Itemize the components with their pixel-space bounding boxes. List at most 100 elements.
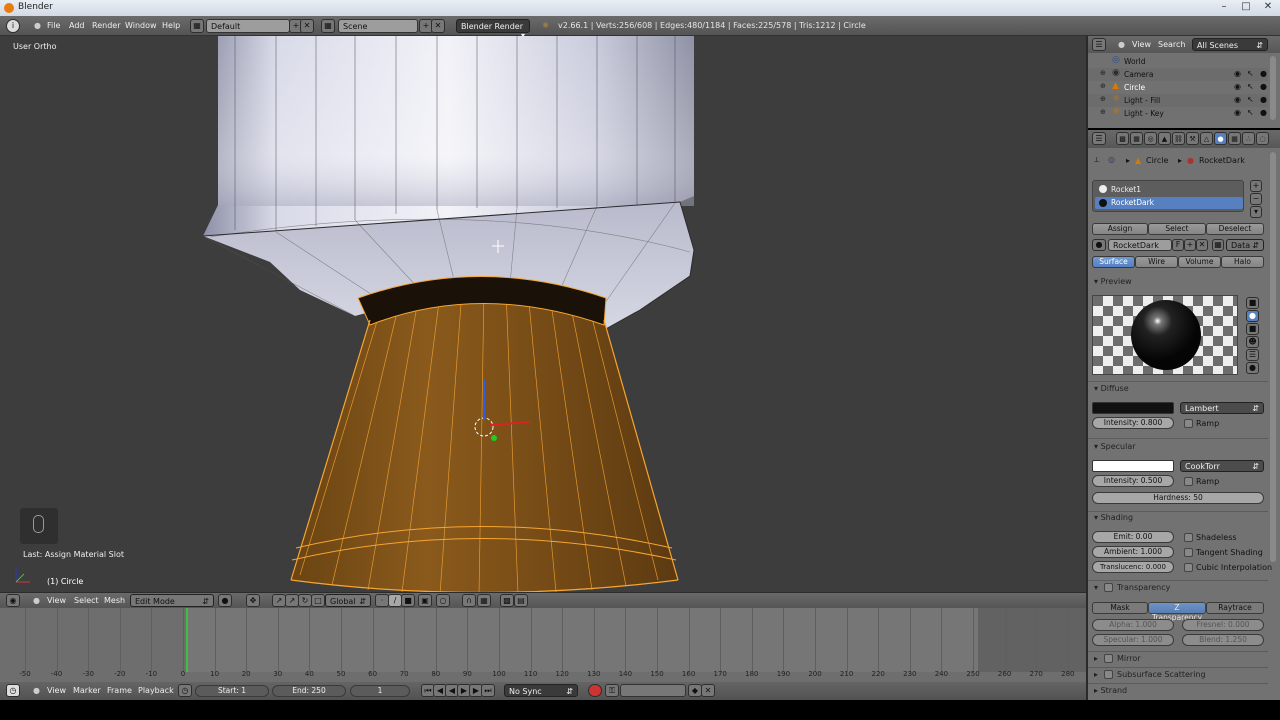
insert-keyframe-icon[interactable]: ◆ (688, 684, 702, 697)
screen-layout-field[interactable]: Default (206, 19, 290, 33)
menu-render[interactable]: Render (92, 21, 120, 30)
orientation-dropdown[interactable]: Global ⇵ (325, 594, 371, 607)
tab-texture-icon[interactable]: ▦ (1228, 132, 1241, 145)
visibility-eye-icon[interactable]: ◉ (1234, 82, 1241, 91)
collapse-menu-icon[interactable]: ● (34, 21, 41, 30)
node-icon[interactable]: ▦ (1212, 239, 1224, 251)
tab-scene-icon[interactable]: ▦ (1130, 132, 1143, 145)
outliner-item-light-fill[interactable]: ⊕ ☼ Light - Fill ◉ ↖ ● (1088, 94, 1268, 107)
collapse-menu-icon[interactable]: ● (33, 686, 40, 695)
transparency-mask-button[interactable]: Mask (1092, 602, 1148, 614)
tab-physics-icon[interactable]: ◌ (1256, 132, 1269, 145)
shading-solid-icon[interactable]: ● (218, 594, 232, 607)
diffuse-color-swatch[interactable] (1092, 402, 1174, 414)
snap-magnet-icon[interactable]: ∩ (462, 594, 476, 607)
specular-color-swatch[interactable] (1092, 460, 1174, 472)
outliner-item-circle[interactable]: ⊕ ▲ Circle ◉ ↖ ● (1088, 81, 1268, 94)
remove-scene-icon[interactable]: ✕ (431, 19, 445, 33)
preview-panel-header[interactable]: ▾ Preview (1094, 277, 1132, 286)
3d-viewport[interactable]: User Ortho Last: Assign Material Slot (1… (0, 36, 1086, 592)
render-camera-icon[interactable]: ● (1260, 108, 1267, 117)
emit-slider[interactable]: Emit: 0.00 (1092, 531, 1174, 543)
keying-set-icon[interactable]: ⚿ (605, 684, 619, 697)
limit-visible-icon[interactable]: ▣ (418, 594, 432, 607)
diffuse-panel-header[interactable]: ▾ Diffuse (1094, 384, 1129, 393)
unlink-material-icon[interactable]: ✕ (1196, 239, 1208, 251)
remove-slot-icon[interactable]: − (1250, 193, 1262, 205)
preview-hair-icon[interactable]: ☰ (1246, 349, 1259, 361)
editor-type-properties-icon[interactable]: ☰ (1092, 132, 1106, 145)
manipulator-toggle-icon[interactable]: ↗ (272, 594, 286, 607)
select-button[interactable]: Select (1148, 223, 1206, 235)
mirror-panel-header[interactable]: ▸ (1094, 654, 1098, 663)
shading-panel-header[interactable]: ▾ Shading (1094, 513, 1133, 522)
render-preview-icon[interactable]: ▩ (500, 594, 514, 607)
jump-end-icon[interactable]: ⏭ (481, 684, 495, 697)
vertex-select-icon[interactable]: · (375, 594, 389, 607)
specular-hardness-slider[interactable]: Hardness: 50 (1092, 492, 1264, 504)
render-engine-dropdown[interactable]: Blender Render ▾ (456, 19, 530, 40)
outliner-item-camera[interactable]: ⊕ ◉ Camera ◉ ↖ ● (1088, 68, 1268, 81)
material-slot-row[interactable]: Rocket1 (1095, 184, 1243, 196)
menu-add[interactable]: Add (69, 21, 85, 30)
transparency-checkbox[interactable] (1104, 583, 1113, 592)
record-icon[interactable] (588, 684, 602, 697)
close-button[interactable]: ✕ (1258, 1, 1278, 14)
remove-layout-icon[interactable]: ✕ (300, 19, 314, 33)
editor-type-icon[interactable]: i (6, 19, 20, 33)
tab-object-icon[interactable]: ▲ (1158, 132, 1171, 145)
transparency-raytrace-button[interactable]: Raytrace (1206, 602, 1264, 614)
material-slot-list[interactable]: Rocket1 RocketDark (1092, 180, 1244, 212)
outliner-scene-filter[interactable]: All Scenes ⇵ (1192, 38, 1268, 51)
collapse-menu-icon[interactable]: ● (1118, 40, 1125, 49)
transparency-specular-slider[interactable]: Specular: 1.000 (1092, 634, 1174, 646)
editor-type-timeline-icon[interactable]: ◷ (6, 684, 20, 697)
menu-select[interactable]: Select (74, 596, 99, 605)
select-arrow-icon[interactable]: ↖ (1247, 108, 1254, 117)
editor-type-3d-icon[interactable]: ◉ (6, 594, 20, 607)
translucency-slider[interactable]: Translucenc: 0.000 (1092, 561, 1174, 573)
menu-window[interactable]: Window (125, 21, 157, 30)
preview-sky-icon[interactable]: ● (1246, 362, 1259, 374)
cubic-interpolation-checkbox[interactable] (1184, 563, 1193, 572)
menu-file[interactable]: File (47, 21, 60, 30)
screen-layout-icon[interactable]: ▦ (190, 19, 204, 33)
diffuse-shader-dropdown[interactable]: Lambert ⇵ (1180, 402, 1264, 414)
outliner-item-light-key[interactable]: ⊕ ☼ Light - Key ◉ ↖ ● (1088, 107, 1268, 120)
shadeless-checkbox[interactable] (1184, 533, 1193, 542)
outliner[interactable]: ☰ ● View Search All Scenes ⇵ ◎ World ⊕ ◉ Came… (1088, 36, 1280, 128)
specular-ramp-checkbox[interactable] (1184, 477, 1193, 486)
editor-type-outliner-icon[interactable]: ☰ (1092, 38, 1106, 51)
render-camera-icon[interactable]: ● (1260, 95, 1267, 104)
deselect-button[interactable]: Deselect (1206, 223, 1264, 235)
mode-dropdown[interactable]: Edit Mode ⇵ (130, 594, 214, 607)
diffuse-ramp-checkbox[interactable] (1184, 419, 1193, 428)
transparency-panel-header[interactable]: ▾ (1094, 583, 1098, 592)
menu-help[interactable]: Help (162, 21, 180, 30)
scale-icon[interactable]: □ (311, 594, 325, 607)
blend-slider[interactable]: Blend: 1.250 (1182, 634, 1264, 646)
expand-icon[interactable]: ⊕ (1100, 108, 1106, 116)
expand-icon[interactable]: ⊕ (1100, 69, 1106, 77)
proportional-edit-icon[interactable]: ○ (436, 594, 450, 607)
tab-surface[interactable]: Surface (1092, 256, 1135, 268)
expand-icon[interactable]: ⊕ (1100, 82, 1106, 90)
pivot-icon[interactable]: ✥ (246, 594, 260, 607)
tab-material-icon[interactable]: ● (1214, 132, 1227, 145)
preview-cube-icon[interactable]: ■ (1246, 323, 1259, 335)
diffuse-intensity-slider[interactable]: Intensity: 0.800 (1092, 417, 1174, 429)
tab-halo[interactable]: Halo (1221, 256, 1264, 268)
material-slot-row-selected[interactable]: RocketDark (1095, 197, 1243, 209)
select-arrow-icon[interactable]: ↖ (1247, 82, 1254, 91)
preview-range-icon[interactable]: ◷ (178, 684, 192, 697)
properties-scrollbar[interactable] (1270, 152, 1276, 562)
tab-render-icon[interactable]: ▩ (1116, 132, 1129, 145)
delete-keyframe-icon[interactable]: ✕ (701, 684, 715, 697)
collapse-menu-icon[interactable]: ● (33, 596, 40, 605)
transparency-z-button[interactable]: Z Transparency (1148, 602, 1206, 622)
specular-intensity-slider[interactable]: Intensity: 0.500 (1092, 475, 1174, 487)
outliner-menu-search[interactable]: Search (1158, 40, 1185, 49)
tab-volume[interactable]: Volume (1178, 256, 1221, 268)
tab-constraints-icon[interactable]: ⛓ (1172, 132, 1185, 145)
outliner-menu-view[interactable]: View (1132, 40, 1151, 49)
